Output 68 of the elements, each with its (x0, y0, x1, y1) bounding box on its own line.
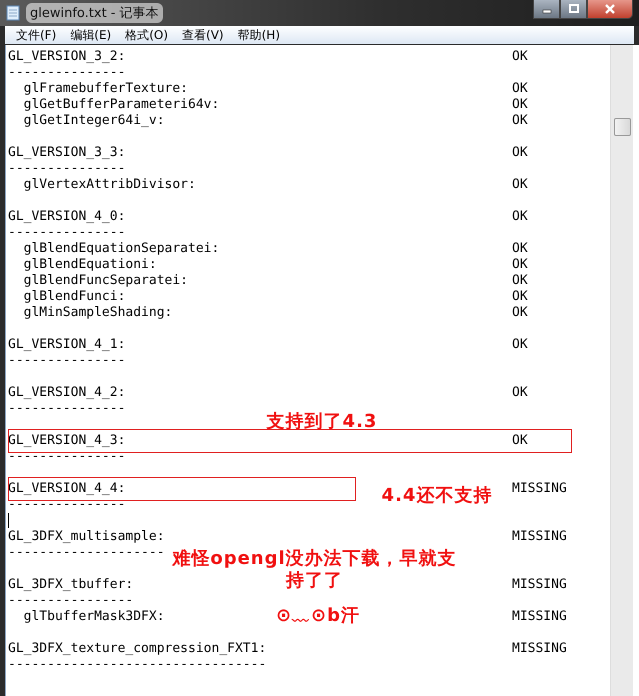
function-name: glFramebufferTexture: (22, 81, 188, 97)
status-text: OK (512, 209, 528, 225)
annotation-text: ⊙﹏⊙b汗 (274, 605, 362, 627)
maximize-icon (568, 4, 578, 14)
status-text: OK (512, 257, 528, 273)
status-text: MISSING (512, 609, 567, 625)
menu-item[interactable]: 文件(F) (10, 26, 64, 44)
section-header: GL_VERSION_4_3: (8, 433, 126, 449)
menu-item[interactable]: 编辑(E) (64, 26, 120, 44)
maximize-button[interactable] (560, 0, 587, 19)
close-icon (604, 4, 616, 14)
status-text: OK (512, 273, 528, 289)
scroll-thumb[interactable] (614, 118, 631, 136)
notepad-icon (6, 5, 20, 21)
annotation-text: 4.4还不支持 (380, 485, 494, 507)
function-name: glMinSampleShading: (22, 305, 172, 321)
dashed-rule-text: ---------------- (8, 593, 134, 609)
status-text: OK (512, 289, 528, 305)
section-header: GL_VERSION_4_2: (8, 385, 126, 401)
status-text: MISSING (512, 481, 567, 497)
dashed-rule-text: --------------- (8, 225, 126, 241)
status-text: OK (512, 241, 528, 257)
menu-item[interactable]: 格式(O) (119, 26, 176, 44)
dashed-rule-text: --------------------------------- (8, 657, 266, 673)
section-header: GL_VERSION_3_3: (8, 145, 126, 161)
function-name: glBlendEquationi: (22, 257, 157, 273)
section-header: GL_VERSION_4_4: (8, 481, 126, 497)
status-text: OK (512, 113, 528, 129)
section-header: GL_VERSION_3_2: (8, 49, 126, 65)
status-text: OK (512, 385, 528, 401)
status-text: OK (512, 81, 528, 97)
section-header: GL_VERSION_4_1: (8, 337, 126, 353)
annotation-text: 支持到了4.3 (265, 411, 378, 433)
status-text: MISSING (512, 577, 567, 593)
status-text: OK (512, 177, 528, 193)
dashed-rule-text: --------------- (8, 65, 126, 81)
status-text: OK (512, 337, 528, 353)
scrollbar[interactable] (610, 45, 633, 696)
section-header: GL_3DFX_tbuffer: (8, 577, 134, 593)
annotation-text: 难怪opengl没办法下载，早就支持了了 (172, 548, 457, 592)
status-text: OK (512, 305, 528, 321)
function-name: glBlendEquationSeparatei: (22, 241, 220, 257)
status-text: OK (512, 97, 528, 113)
function-name: glGetBufferParameteri64v: (22, 97, 220, 113)
menu-item[interactable]: 查看(V) (176, 26, 232, 44)
dashed-rule-text: --------------- (8, 401, 126, 417)
section-header: GL_3DFX_multisample: (8, 529, 165, 545)
function-name: glBlendFunci: (22, 289, 126, 305)
status-text: OK (512, 433, 528, 449)
dashed-rule-text: --------------- (8, 161, 126, 177)
status-text: OK (512, 49, 528, 65)
close-button[interactable] (587, 0, 633, 19)
dashed-rule-text: --------------- (8, 497, 126, 513)
dashed-rule-text: --------------- (8, 353, 126, 369)
section-header: GL_VERSION_4_0: (8, 209, 126, 225)
status-text: MISSING (512, 529, 567, 545)
menu-item[interactable]: 帮助(H) (232, 26, 288, 44)
dashed-rule-text: --------------- (8, 449, 126, 465)
window-title: glewinfo.txt - 记事本 (26, 3, 163, 23)
status-text: MISSING (512, 641, 567, 657)
section-header: GL_3DFX_texture_compression_FXT1: (8, 641, 266, 657)
function-name: glVertexAttribDivisor: (22, 177, 196, 193)
minimize-button[interactable] (533, 0, 560, 19)
status-text: OK (512, 145, 528, 161)
function-name: glTbufferMask3DFX: (22, 609, 165, 625)
dashed-rule-text: -------------------- (8, 545, 165, 561)
function-name: glGetInteger64i_v: (22, 113, 165, 129)
function-name: glBlendFuncSeparatei: (22, 273, 188, 289)
